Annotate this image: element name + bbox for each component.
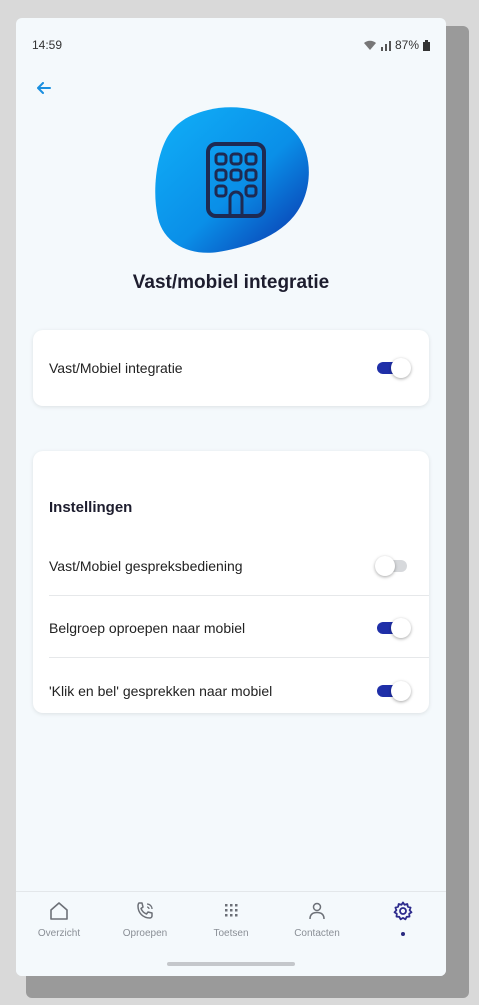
nav-label: Overzicht xyxy=(37,928,81,939)
keypad-icon xyxy=(225,904,238,917)
bottom-nav: Overzicht Oproepen Toetsen Contacten xyxy=(16,891,446,976)
setting-row-klik-en-bel: 'Klik en bel' gesprekken naar mobiel xyxy=(33,661,429,721)
home-indicator xyxy=(167,962,295,966)
home-icon xyxy=(50,902,68,920)
setting-label: Belgroep oproepen naar mobiel xyxy=(49,620,246,636)
nav-label: Contacten xyxy=(294,928,340,939)
status-indicators: 87% xyxy=(363,38,430,52)
nav-item-oproepen[interactable]: Oproepen xyxy=(105,900,185,939)
gear-icon xyxy=(393,901,413,921)
battery-percent: 87% xyxy=(394,38,419,52)
setting-row-belgroep: Belgroep oproepen naar mobiel xyxy=(33,598,429,658)
wifi-icon xyxy=(363,40,376,50)
toggle-thumb xyxy=(375,556,395,576)
setting-row-gespreksbediening: Vast/Mobiel gespreksbediening xyxy=(33,536,429,596)
klik-en-bel-toggle[interactable] xyxy=(375,681,411,701)
divider xyxy=(49,595,429,596)
integration-card: Vast/Mobiel integratie xyxy=(33,330,429,406)
toggle-thumb xyxy=(391,358,411,378)
arrow-left-icon xyxy=(37,82,51,94)
back-button[interactable] xyxy=(32,76,56,100)
phone-screen: 14:59 87% Vast/mobiel integratie Vast/Mo… xyxy=(16,18,446,976)
nav-item-settings[interactable] xyxy=(363,900,443,939)
integration-toggle[interactable] xyxy=(375,358,411,378)
toggle-thumb xyxy=(391,618,411,638)
gespreksbediening-toggle[interactable] xyxy=(375,556,411,576)
integration-row: Vast/Mobiel integratie xyxy=(33,338,429,398)
nav-label: Oproepen xyxy=(122,928,168,939)
active-indicator xyxy=(401,932,405,936)
nav-item-overzicht[interactable]: Overzicht xyxy=(19,900,99,939)
building-icon xyxy=(155,107,309,253)
status-bar: 14:59 87% xyxy=(16,18,446,68)
signal-icon xyxy=(380,40,391,51)
settings-card: Instellingen Vast/Mobiel gespreksbedieni… xyxy=(33,451,429,713)
phone-icon xyxy=(137,902,153,919)
belgroep-toggle[interactable] xyxy=(375,618,411,638)
status-time: 14:59 xyxy=(32,38,63,52)
nav-item-contacten[interactable]: Contacten xyxy=(277,900,357,939)
divider xyxy=(49,657,429,658)
setting-label: Vast/Mobiel gespreksbediening xyxy=(49,558,243,574)
integration-label: Vast/Mobiel integratie xyxy=(49,360,183,376)
settings-title: Instellingen xyxy=(49,499,133,516)
battery-icon xyxy=(423,39,430,51)
nav-item-toetsen[interactable]: Toetsen xyxy=(191,900,271,939)
nav-label: Toetsen xyxy=(213,928,249,939)
person-icon xyxy=(309,902,325,920)
setting-label: 'Klik en bel' gesprekken naar mobiel xyxy=(49,683,273,699)
toggle-thumb xyxy=(391,681,411,701)
page-title: Vast/mobiel integratie xyxy=(132,272,330,293)
